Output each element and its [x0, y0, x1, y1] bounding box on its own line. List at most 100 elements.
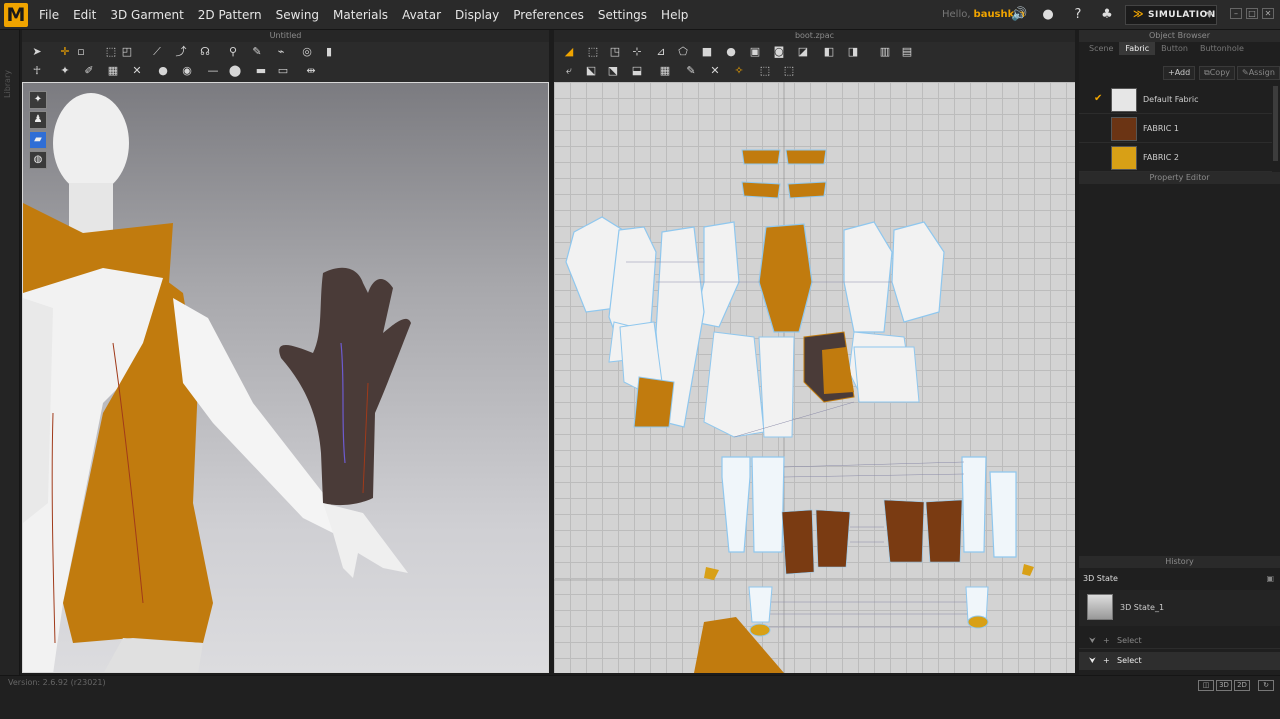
segment-sewing-2d-icon[interactable]: ⤶: [562, 64, 576, 78]
menu-materials[interactable]: Materials: [326, 0, 395, 30]
menu-file[interactable]: File: [32, 0, 66, 30]
fold-arrange-icon[interactable]: ✎: [250, 45, 264, 59]
avatar-display-icon[interactable]: ♟: [29, 111, 47, 129]
tab-button[interactable]: Button: [1155, 42, 1194, 55]
select-move-icon[interactable]: ➤: [30, 45, 44, 59]
transform-pattern-icon[interactable]: ✛: [58, 45, 72, 59]
box-select-icon[interactable]: ▫: [74, 45, 88, 59]
add-point-icon[interactable]: ⊹: [630, 45, 644, 59]
help-icon[interactable]: ?: [1070, 7, 1086, 23]
edit-point-icon[interactable]: ◰: [120, 45, 134, 59]
buttonhole-icon[interactable]: ◉: [180, 64, 194, 78]
fabric-scrollbar[interactable]: [1273, 86, 1278, 161]
menu-display[interactable]: Display: [448, 0, 506, 30]
arrangement-icon[interactable]: ✦: [58, 64, 72, 78]
menu-2d-pattern[interactable]: 2D Pattern: [191, 0, 269, 30]
speaker-icon[interactable]: 🔊: [1011, 7, 1027, 23]
edit-pattern-2d-icon[interactable]: ⬚: [586, 45, 600, 59]
close-icon[interactable]: ✕: [1262, 8, 1274, 19]
internal-circle-icon[interactable]: ◙: [772, 45, 786, 59]
strap-icon[interactable]: ⌁: [274, 45, 288, 59]
sparkle-icon[interactable]: ✧: [732, 64, 746, 78]
polygon-icon[interactable]: ⬠: [676, 45, 690, 59]
elastic-icon[interactable]: ▭: [276, 64, 290, 78]
history-action-current[interactable]: ⮟ + Select: [1079, 652, 1280, 670]
camera-view-icon[interactable]: ✦: [29, 91, 47, 109]
curve-point-icon[interactable]: ⊿: [654, 45, 668, 59]
edit-curve-icon[interactable]: ◳: [608, 45, 622, 59]
select-icon: +: [1103, 656, 1110, 665]
fabric-item-2[interactable]: FABRIC 2: [1079, 144, 1272, 172]
edit-texture-icon[interactable]: ▦: [658, 64, 672, 78]
menu-edit[interactable]: Edit: [66, 0, 103, 30]
rectangle-icon[interactable]: ■: [700, 45, 714, 59]
menu-avatar[interactable]: Avatar: [395, 0, 448, 30]
viewport-3d[interactable]: ✦ ♟ ▰ ◍: [22, 82, 549, 673]
tab-scene[interactable]: Scene: [1083, 42, 1119, 55]
camera-icon[interactable]: ▣: [1266, 570, 1274, 588]
maximize-icon[interactable]: □: [1246, 8, 1258, 19]
simulation-button[interactable]: ≫ SIMULATION ▼: [1125, 5, 1217, 25]
tab-buttonhole[interactable]: Buttonhole: [1194, 42, 1250, 55]
segment-sewing-icon[interactable]: ⟋: [150, 45, 164, 59]
view-3d-button[interactable]: 3D: [1216, 680, 1232, 691]
texture-icon[interactable]: ▦: [106, 64, 120, 78]
button-tool-icon[interactable]: ●: [156, 64, 170, 78]
pin-icon[interactable]: ⚲: [226, 45, 240, 59]
fabric-swatch: [1111, 146, 1137, 170]
chevron-down-icon[interactable]: ▼: [1206, 6, 1213, 24]
move-icon[interactable]: ⇹: [304, 64, 318, 78]
history-action[interactable]: ⮟ + Select: [1079, 633, 1280, 649]
measure-icon[interactable]: ▮: [322, 45, 336, 59]
tack-icon[interactable]: ☊: [198, 45, 212, 59]
puckering-icon[interactable]: ⬚: [758, 64, 772, 78]
avatar-pose-icon[interactable]: ☥: [30, 64, 44, 78]
topstitch-icon[interactable]: —: [206, 64, 220, 78]
pattern-transform-icon[interactable]: ◢: [562, 45, 576, 59]
graphic-icon[interactable]: ✕: [130, 64, 144, 78]
edit-pattern-icon[interactable]: ⬚: [104, 45, 118, 59]
copy-fabric-button[interactable]: ⧉Copy: [1199, 66, 1236, 80]
free-sewing-icon[interactable]: ⤴: [174, 45, 188, 59]
menu-preferences[interactable]: Preferences: [506, 0, 591, 30]
minimize-icon[interactable]: –: [1230, 8, 1242, 19]
split-view-button[interactable]: ◫: [1198, 680, 1214, 691]
refresh-icon[interactable]: ↻: [1258, 680, 1274, 691]
zipper-icon[interactable]: ⬤: [228, 64, 242, 78]
seam-allowance-icon[interactable]: ◨: [846, 45, 860, 59]
library-tab[interactable]: Library: [3, 70, 17, 98]
view-2d-button[interactable]: 2D: [1234, 680, 1250, 691]
tab-fabric[interactable]: Fabric: [1119, 42, 1156, 55]
viewport-2d[interactable]: [554, 82, 1075, 673]
piping-icon[interactable]: ▬: [254, 64, 268, 78]
grading-icon[interactable]: ▤: [900, 45, 914, 59]
library-strip: Library: [0, 30, 20, 675]
annotation-icon[interactable]: ⬚: [782, 64, 796, 78]
garment-display-icon[interactable]: ▰: [29, 131, 47, 149]
history-state-item[interactable]: 3D State_1: [1079, 590, 1280, 626]
menu-3d-garment[interactable]: 3D Garment: [103, 0, 190, 30]
check-sewing-icon[interactable]: ⬓: [630, 64, 644, 78]
menu-settings[interactable]: Settings: [591, 0, 654, 30]
dart-icon[interactable]: ◪: [796, 45, 810, 59]
edit-sewing-icon[interactable]: ⬔: [606, 64, 620, 78]
menu-help[interactable]: Help: [654, 0, 695, 30]
circle-icon[interactable]: ●: [724, 45, 738, 59]
brush-icon[interactable]: ✐: [82, 64, 96, 78]
fold-icon[interactable]: ▥: [878, 45, 892, 59]
internal-rect-icon[interactable]: ▣: [748, 45, 762, 59]
add-fabric-button[interactable]: +Add: [1163, 66, 1196, 80]
fabric-item-1[interactable]: FABRIC 1: [1079, 115, 1272, 143]
assign-fabric-button[interactable]: ✎Assign: [1237, 66, 1280, 80]
assign-icon: ✎: [1242, 68, 1249, 77]
garment-icon[interactable]: ♣: [1099, 7, 1115, 23]
menu-sewing[interactable]: Sewing: [269, 0, 326, 30]
trace-icon[interactable]: ◧: [822, 45, 836, 59]
graphic-2d-icon[interactable]: ✎: [684, 64, 698, 78]
ring-icon[interactable]: ◎: [300, 45, 314, 59]
user-icon[interactable]: ●: [1040, 7, 1056, 23]
texture-display-icon[interactable]: ◍: [29, 151, 47, 169]
brush-2d-icon[interactable]: ✕: [708, 64, 722, 78]
fabric-item-default[interactable]: ✔ Default Fabric: [1079, 86, 1272, 114]
free-sewing-2d-icon[interactable]: ⬕: [584, 64, 598, 78]
